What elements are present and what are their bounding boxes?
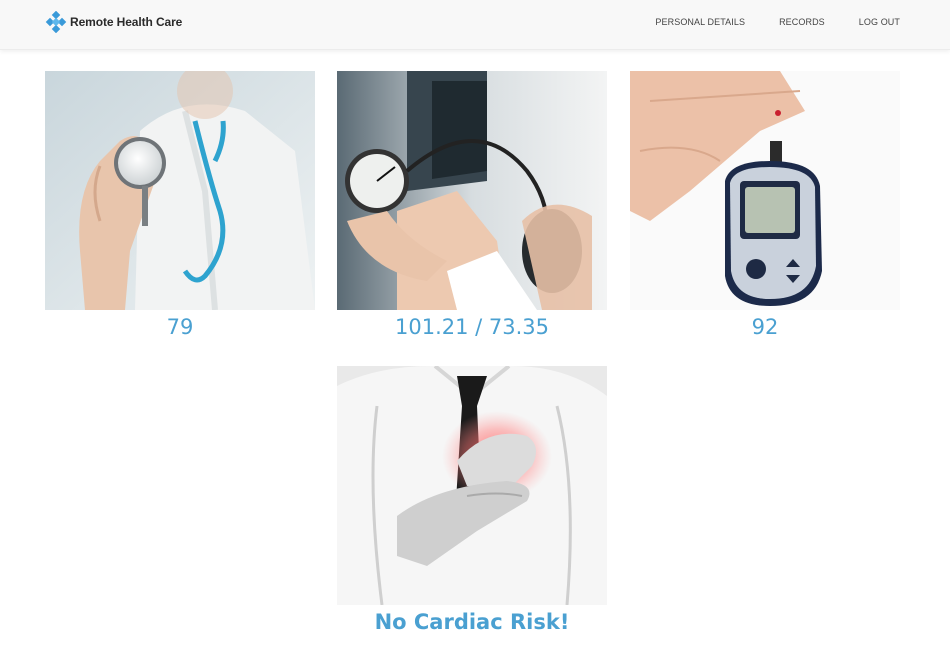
brand-logo-icon <box>45 11 67 33</box>
blood-pressure-cuff-image <box>337 71 607 310</box>
blood-pressure-value: 101.21 / 73.35 <box>394 315 550 339</box>
stethoscope-doctor-image <box>45 71 315 310</box>
cardiac-risk-card: No Cardiac Risk! <box>337 366 607 635</box>
glucose-meter-image <box>630 71 900 310</box>
brand-link[interactable]: Remote Health Care <box>44 11 182 33</box>
heart-rate-card: 79 <box>45 71 315 340</box>
nav-records[interactable]: RECORDS <box>779 17 825 27</box>
top-navbar: Remote Health Care PERSONAL DETAILS RECO… <box>0 0 950 50</box>
nav-menu: PERSONAL DETAILS RECORDS LOG OUT <box>621 17 900 27</box>
brand-name: Remote Health Care <box>70 15 183 29</box>
nav-personal-details[interactable]: PERSONAL DETAILS <box>655 17 745 27</box>
blood-sugar-card: 92 <box>630 71 900 340</box>
blood-pressure-card: 101.21 / 73.35 <box>337 71 607 340</box>
heart-rate-value: 79 <box>166 315 194 339</box>
cardiac-risk-status: No Cardiac Risk! <box>374 610 570 634</box>
nav-log-out[interactable]: LOG OUT <box>859 17 900 27</box>
chest-pain-image <box>337 366 607 605</box>
blood-sugar-value: 92 <box>751 315 779 339</box>
